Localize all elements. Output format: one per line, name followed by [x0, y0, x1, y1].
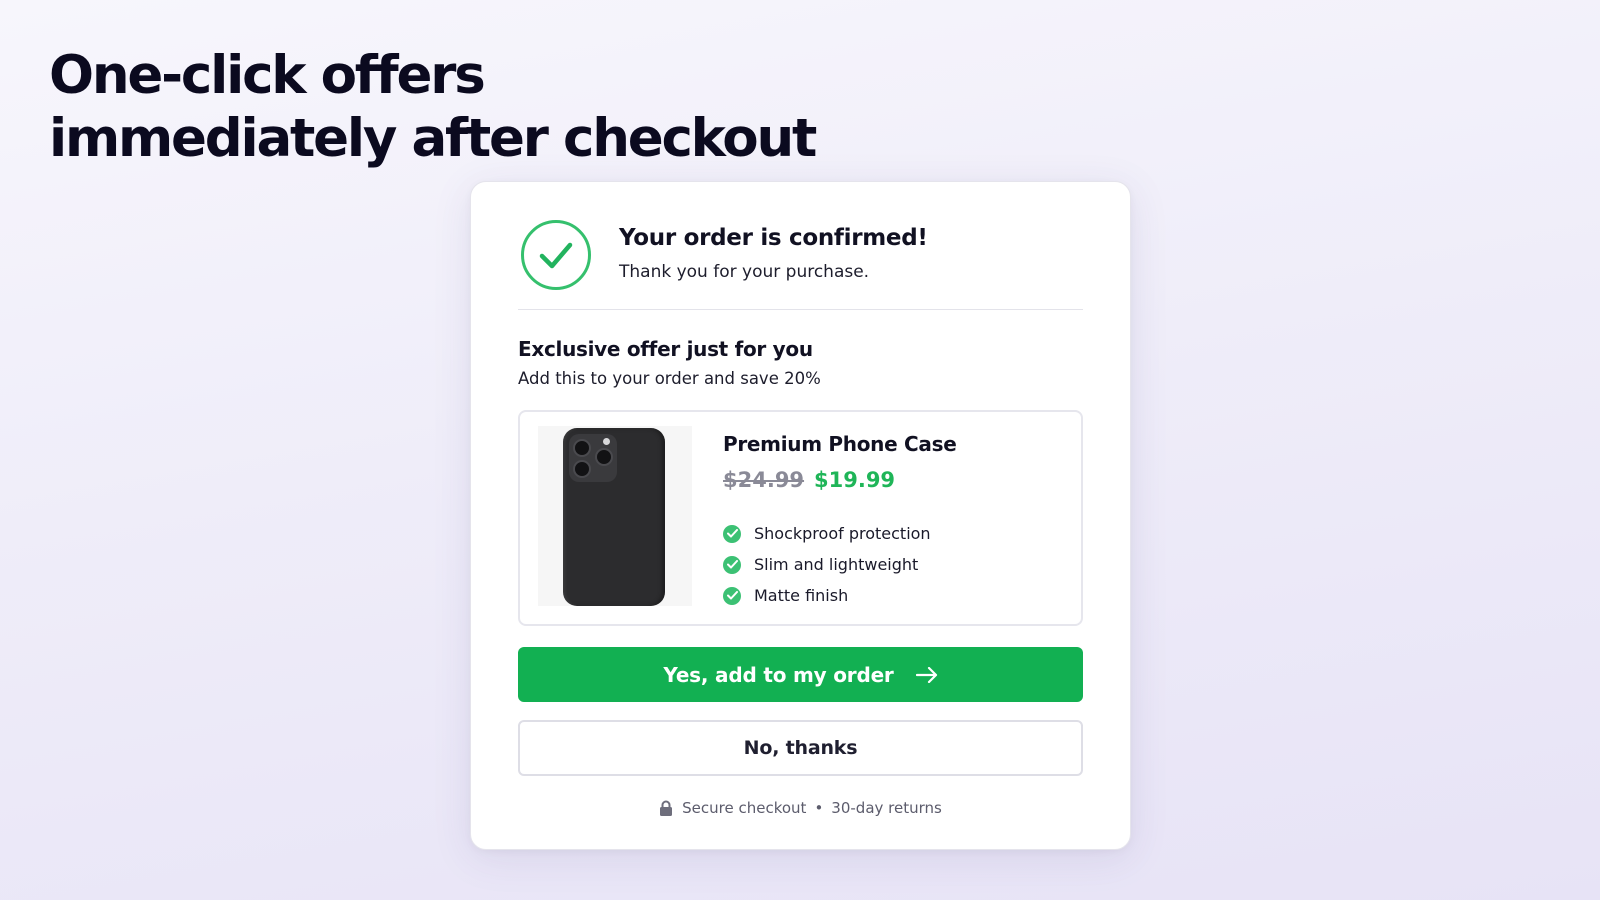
hero-title-line-2: immediately after checkout [49, 108, 817, 169]
feature-list: Shockproof protection Slim and lightweig… [723, 518, 931, 611]
accept-offer-button[interactable]: Yes, add to my order [518, 647, 1083, 702]
confirmation-subtitle: Thank you for your purchase. [619, 262, 870, 282]
lock-icon [659, 800, 673, 817]
arrow-right-icon [915, 666, 938, 683]
order-confirmation: Your order is confirmed! Thank you for y… [521, 220, 1081, 292]
phone-case-image [538, 426, 692, 606]
secure-checkout-label: Secure checkout [682, 799, 807, 817]
feature-text: Matte finish [754, 586, 849, 605]
feature-item: Matte finish [723, 580, 931, 611]
hero-title-line-1: One-click offers [49, 45, 486, 106]
accept-offer-label: Yes, add to my order [663, 662, 894, 687]
product-name: Premium Phone Case [723, 432, 957, 456]
feature-item: Shockproof protection [723, 518, 931, 549]
check-circle-icon [521, 220, 591, 290]
product-card: Premium Phone Case $24.99 $19.99 Shockpr… [518, 410, 1083, 626]
trust-footer: Secure checkout • 30-day returns [471, 796, 1130, 820]
phone-case-shape [563, 428, 665, 606]
check-icon [723, 586, 741, 605]
returns-label: 30-day returns [831, 799, 942, 817]
check-icon [723, 524, 741, 543]
original-price: $24.99 [723, 468, 805, 492]
divider [518, 309, 1083, 310]
post-purchase-offer-card: Your order is confirmed! Thank you for y… [470, 181, 1131, 850]
decline-offer-button[interactable]: No, thanks [518, 720, 1083, 776]
feature-text: Shockproof protection [754, 524, 931, 543]
offer-title: Exclusive offer just for you [518, 337, 813, 361]
feature-text: Slim and lightweight [754, 555, 919, 574]
decline-offer-label: No, thanks [743, 737, 858, 759]
sale-price: $19.99 [814, 468, 896, 492]
camera-bump [569, 434, 617, 482]
separator-dot: • [814, 799, 824, 817]
feature-item: Slim and lightweight [723, 549, 931, 580]
confirmation-title: Your order is confirmed! [619, 225, 928, 251]
hero-title: One-click offers immediately after check… [49, 44, 817, 170]
check-icon [723, 555, 741, 574]
offer-subtitle: Add this to your order and save 20% [518, 369, 821, 388]
